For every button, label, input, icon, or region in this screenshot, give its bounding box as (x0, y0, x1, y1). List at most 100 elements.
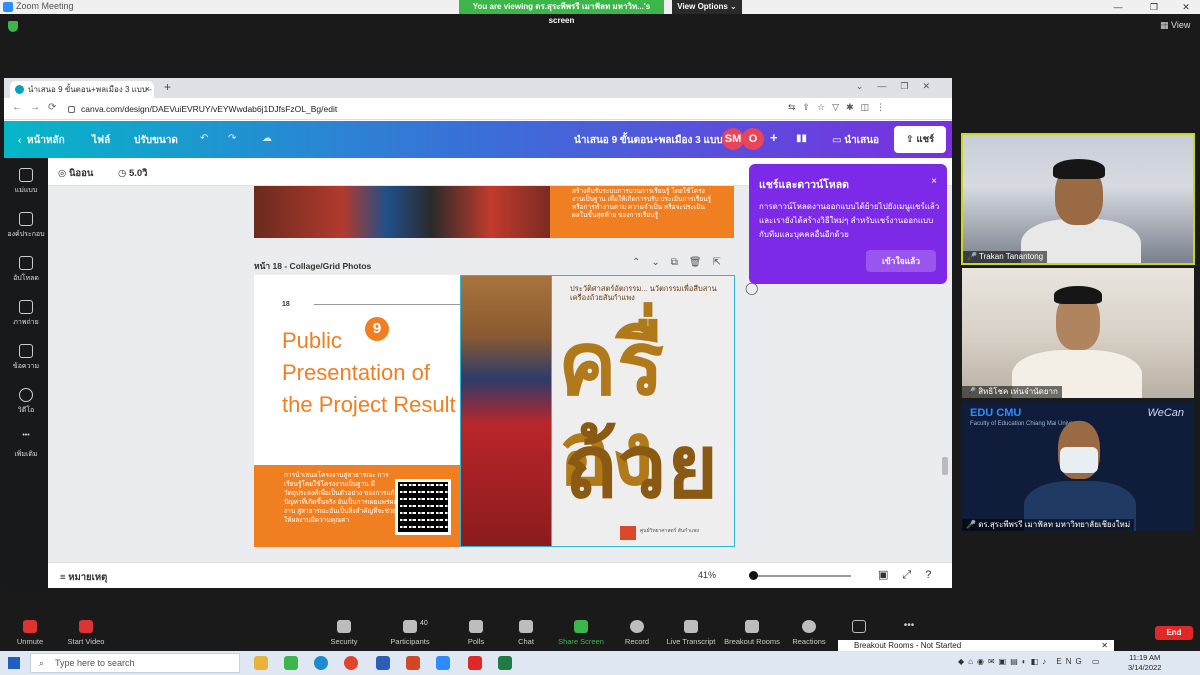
end-meeting-button[interactable]: End (1155, 626, 1193, 640)
animate-button[interactable]: ◎ นิออน (58, 166, 93, 181)
zoom-percentage[interactable]: 41% (698, 570, 716, 580)
security-button[interactable]: Security (314, 620, 374, 646)
minimize-icon[interactable]: — (1104, 0, 1132, 14)
share-screen-icon (574, 620, 588, 633)
timing-button[interactable]: ◷ 5.0วิ (118, 166, 147, 181)
slide-title[interactable]: Public Presentation of the Project Resul… (282, 325, 462, 421)
share-screen-button[interactable]: Share Screen (551, 620, 611, 646)
start-video-button[interactable]: Start Video (56, 620, 116, 646)
share-label: แชร์ (916, 134, 935, 145)
share-button[interactable]: ⇪ แชร์ (894, 126, 946, 153)
more-button[interactable]: ••• (879, 620, 939, 631)
record-icon (630, 620, 644, 633)
resize-menu[interactable]: ปรับขนาด (134, 133, 178, 148)
rail-video[interactable]: วิดีโอ (4, 388, 48, 416)
new-tab-button[interactable]: + (164, 80, 171, 94)
nav-buttons[interactable]: ←→⟳ (12, 102, 64, 113)
system-tray[interactable]: ◆⌂◉✉▣▤◐◧♪ ENG ▭ (958, 657, 1104, 666)
maximize-icon[interactable]: ❐ (1140, 0, 1168, 14)
participants-icon (403, 620, 417, 633)
home-back-button[interactable]: ‹ หน้าหลัก (18, 133, 65, 148)
redo-icon[interactable]: ↷ (228, 133, 236, 144)
zoom-app-icon (3, 2, 13, 12)
rail-elements[interactable]: องค์ประกอบ (4, 212, 48, 240)
windows-start-icon[interactable] (8, 657, 20, 669)
edu-cmu-logo: EDU CMU (970, 407, 1022, 419)
taskbar-search[interactable]: ⌕ Type here to search (30, 653, 240, 673)
participant-video-3[interactable]: EDU CMU Faculty of Education Chiang Mai … (962, 401, 1194, 531)
popup-close-icon[interactable]: × (931, 176, 937, 187)
excel-icon[interactable] (498, 656, 512, 670)
present-button[interactable]: ▭ นำเสนอ (832, 133, 879, 148)
insights-icon[interactable]: ▮▮ (796, 133, 807, 144)
scrollbar-thumb[interactable] (942, 457, 948, 475)
toolbar-label: Start Video (67, 637, 105, 646)
document-title[interactable]: นำเสนอ 9 ขั้นตอน+พลเมือง 3 แบบ (574, 133, 723, 148)
chrome-icon[interactable] (344, 656, 358, 670)
templates-icon (19, 168, 33, 182)
lock-icon (68, 106, 75, 114)
slide-page-18[interactable]: 18 9 Public Presentation of the Project … (254, 275, 735, 547)
rail-label: ภาพถ่าย (13, 319, 39, 326)
avatar-o[interactable]: O (742, 128, 764, 150)
browser-window-controls[interactable]: ⌄—❐✕ (856, 81, 944, 92)
file-explorer-icon[interactable] (254, 656, 268, 670)
extension-icons[interactable]: ⇆⇪☆▽✱◫⋮ (788, 102, 892, 113)
participant-video-1[interactable]: 🎤 Trakan Tanantong (961, 133, 1195, 265)
rail-text[interactable]: ข้อความ (4, 344, 48, 372)
toolbar-label: Share Screen (558, 637, 604, 646)
line-app-icon[interactable] (284, 656, 298, 670)
toolbar-label: Breakout Rooms (724, 637, 780, 646)
toolbar-label: Polls (467, 637, 485, 646)
acrobat-icon[interactable] (468, 656, 482, 670)
page17-preview[interactable]: สร้างคืบรับระบบการบวนการเรียนรู้ โดยใช้โ… (254, 186, 734, 238)
breakout-banner-text: Breakout Rooms - Not Started (854, 641, 962, 650)
zoom-slider-knob[interactable] (749, 571, 758, 580)
popup-ok-button[interactable]: เข้าใจแล้ว (866, 250, 936, 272)
record-button[interactable]: Record (607, 620, 667, 646)
rail-label: องค์ประกอบ (7, 231, 45, 238)
url-bar[interactable]: canva.com/design/DAEVuiEVRUY/vEYWwdab6j1… (68, 102, 788, 117)
rail-photos[interactable]: ภาพถ่าย (4, 300, 48, 328)
powerpoint-icon[interactable] (406, 656, 420, 670)
participants-count: 40 (420, 620, 428, 627)
rail-templates[interactable]: แม่แบบ (4, 168, 48, 196)
wecan-logo: WeCan (1147, 407, 1184, 419)
chat-button[interactable]: Chat (496, 620, 556, 646)
slide-poster[interactable]: ประวัติศาสตร์อัตกรรม... นวัตกรรมเพื่อสืบ… (552, 275, 735, 547)
participants-button[interactable]: Participants (380, 620, 440, 646)
edge-icon[interactable] (314, 656, 328, 670)
slide-body-text[interactable]: การนำเสนอโครงงานสู่สาธารณะ การเรียนรู้โด… (284, 471, 402, 525)
view-options-button[interactable]: View Options ⌄ (672, 0, 742, 14)
view-mode-icons[interactable]: ▣⤢? (878, 568, 945, 582)
poster-heading: ประวัติศาสตร์อัตกรรม... นวัตกรรมเพื่อสืบ… (570, 284, 717, 302)
home-label: หน้าหลัก (26, 135, 65, 146)
word-icon[interactable] (376, 656, 390, 670)
slide-photo-students[interactable] (460, 275, 552, 547)
close-icon[interactable]: ✕ (1172, 0, 1200, 14)
taskbar-clock[interactable]: 11:19 AM 3/14/2022 (1128, 653, 1161, 673)
zoom-taskbar-icon[interactable] (436, 656, 450, 670)
live-transcript-button[interactable]: Live Transcript (661, 620, 721, 646)
browser-tab[interactable]: นำเสนอ 9 ขั้นตอน+พลเมือง 3 แบบ - ... × (10, 81, 154, 98)
unmute-button[interactable]: Unmute (0, 620, 60, 646)
view-layout-button[interactable]: ▦ View (1160, 20, 1190, 31)
rail-more[interactable]: ••• เพิ่มเติม (4, 432, 48, 460)
more-icon: ••• (903, 620, 915, 631)
page-controls[interactable]: ⌃⌄⧉🗑⇱ (632, 257, 732, 268)
text-icon (19, 344, 33, 358)
undo-icon[interactable]: ↶ (200, 133, 208, 144)
rail-label: อัปโหลด (13, 275, 39, 282)
breakout-rooms-button[interactable]: Breakout Rooms (722, 620, 782, 646)
tab-close-icon[interactable]: × (145, 81, 150, 98)
zoom-slider-track[interactable] (751, 575, 851, 577)
file-menu[interactable]: ไฟล์ (92, 133, 110, 148)
rail-upload[interactable]: อัปโหลด (4, 256, 48, 284)
notes-button[interactable]: ≡ หมายเหตุ (60, 570, 107, 585)
cc-icon (684, 620, 698, 633)
avatar-sm[interactable]: SM (722, 128, 744, 150)
slide-divider (314, 304, 460, 305)
poster-big-text-bottom: ถ้วย (564, 414, 719, 518)
participant-video-2[interactable]: 🎤 สิทธิโชค เท่นจำนัดยาก (962, 268, 1194, 398)
add-collaborator-button[interactable]: + (770, 130, 778, 145)
